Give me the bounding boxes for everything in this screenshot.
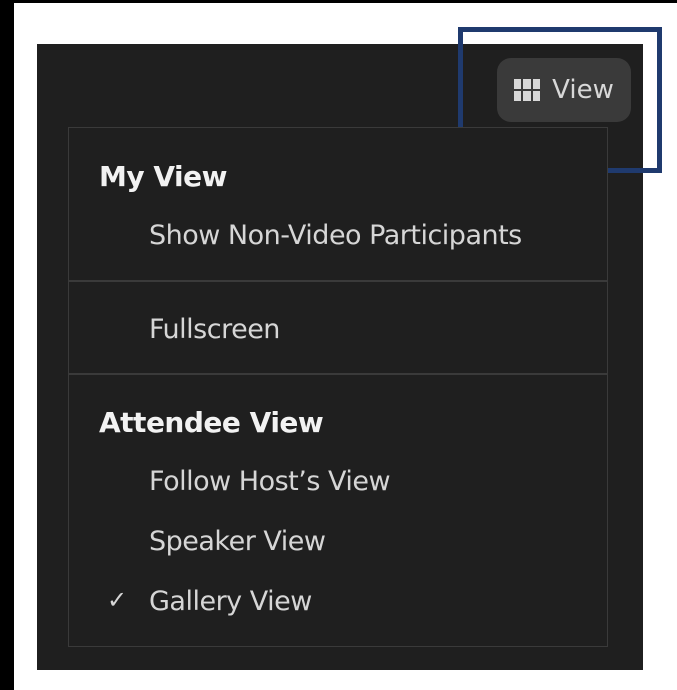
left-border	[0, 0, 14, 690]
menu-item-gallery-view[interactable]: Gallery View	[149, 586, 312, 617]
menu-divider	[69, 280, 607, 282]
menu-divider	[69, 373, 607, 375]
menu-item-fullscreen[interactable]: Fullscreen	[149, 314, 280, 345]
menu-item-show-non-video-participants[interactable]: Show Non-Video Participants	[149, 220, 522, 251]
menu-item-speaker-view[interactable]: Speaker View	[149, 526, 326, 557]
view-menu: My View Show Non-Video Participants Full…	[68, 127, 608, 647]
check-icon: ✓	[107, 586, 128, 614]
my-view-heading: My View	[99, 160, 228, 193]
menu-item-follow-hosts-view[interactable]: Follow Host’s View	[149, 466, 391, 497]
page: View My View Show Non-Video Participants…	[0, 0, 677, 690]
attendee-view-heading: Attendee View	[99, 406, 324, 439]
top-border	[0, 0, 677, 3]
